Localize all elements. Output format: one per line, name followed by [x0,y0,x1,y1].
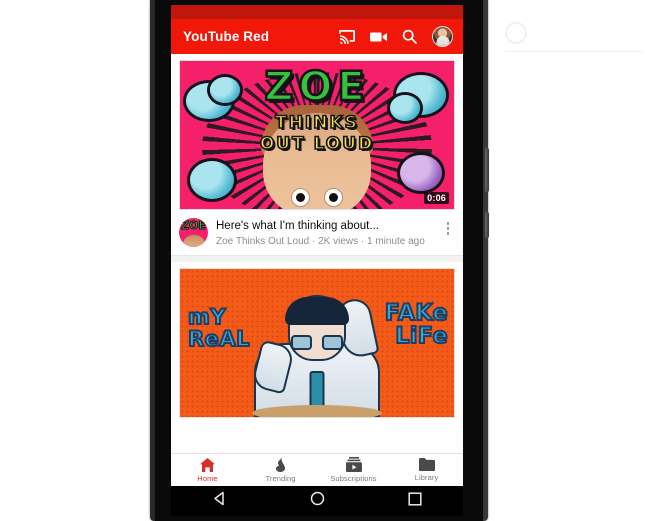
thumbnail-container: mY ReAL FAKe LiFe [171,262,463,419]
nav-label: Trending [265,474,296,483]
watermark [505,12,645,54]
phone-frame: YouTube Red ZOE THINKS OUT LOUD 0:06 ZOE… [150,0,489,521]
left-eye-icon [291,188,310,207]
video-card[interactable]: mY ReAL FAKe LiFe [171,262,463,419]
left-line-1: mY [187,305,227,330]
nav-label: Library [414,473,439,482]
dot [446,232,450,235]
nav-label: Home [197,473,218,483]
app-bar: YouTube Red [171,19,463,54]
watermark-logo-icon [505,22,527,44]
thumbnail-subtitle-text: THINKS OUT LOUD [180,112,454,156]
glasses-icon [291,335,343,351]
left-line-2: ReAL [187,326,251,351]
camcorder-icon[interactable] [370,31,387,43]
thumbnail-container: ZOE THINKS OUT LOUD 0:06 [171,54,463,210]
thumbnail-title-text: ZOE [263,64,370,110]
flame-icon [276,457,285,472]
video-text-block: Here's what I'm thinking about... Zoe Th… [216,218,433,247]
volume-button[interactable] [485,148,489,192]
my-real-fake-life-thumbnail[interactable]: mY ReAL FAKe LiFe [179,268,455,419]
lens [291,335,312,351]
nav-item-library[interactable]: Library [390,458,463,482]
lens [322,335,343,351]
cast-icon[interactable] [339,29,355,44]
right-eye-icon [324,188,343,207]
dot [446,227,450,230]
app-title: YouTube Red [183,29,270,44]
app-bar-actions [339,26,453,47]
cloud-shape [400,155,442,191]
video-info-row: ZOE Here's what I'm thinking about... Zo… [171,210,463,255]
power-button[interactable] [485,212,489,238]
right-line-1: FAKe [384,301,449,327]
thumbnail-subtitle-line-2: OUT LOUD [259,133,375,155]
nav-label: Subscriptions [330,474,377,483]
cloud-shape [190,161,234,199]
channel-avatar-text: ZOE [181,219,207,233]
subscriptions-icon [345,457,362,472]
thumbnail-subtitle-line-1: THINKS [274,112,359,134]
android-system-navigation [171,486,463,516]
nav-item-home[interactable]: Home [171,457,244,483]
right-line-2: LiFe [394,323,448,349]
home-icon [200,457,215,472]
video-card[interactable]: ZOE THINKS OUT LOUD 0:06 ZOE Here's what… [171,54,463,256]
search-icon[interactable] [402,29,417,44]
android-home-button[interactable] [310,491,325,511]
bottom-navigation: Home Trending Subscriptions Library [171,453,463,486]
video-duration-badge: 0:06 [424,192,449,204]
video-title[interactable]: Here's what I'm thinking about... [216,219,433,233]
hair-shape [285,297,349,326]
channel-avatar[interactable]: ZOE [179,218,208,247]
phone-screen: YouTube Red ZOE THINKS OUT LOUD 0:06 ZOE… [171,5,463,486]
avatar[interactable] [432,26,453,47]
watermark-underline [505,51,643,52]
video-meta: Zoe Thinks Out Loud · 2K views · 1 minut… [216,236,425,248]
head-shape [285,295,349,362]
desk-shape [252,405,382,418]
android-back-button[interactable] [212,491,227,511]
video-feed: ZOE THINKS OUT LOUD 0:06 ZOE Here's what… [171,54,463,486]
status-bar [171,5,463,19]
nav-item-trending[interactable]: Trending [244,457,317,483]
card-divider [171,255,463,263]
overflow-menu-icon[interactable] [441,218,455,235]
nav-item-subscriptions[interactable]: Subscriptions [317,457,390,483]
stressed-man-illustration [250,291,380,418]
folder-icon [418,458,435,471]
dot [446,222,450,225]
thumbnail-right-text: FAKe LiFe [384,301,449,349]
thumbnail-left-text: mY ReAL [187,305,251,351]
zoe-thinks-out-loud-thumbnail[interactable]: ZOE THINKS OUT LOUD 0:06 [179,60,455,210]
android-recents-button[interactable] [408,491,422,511]
channel-avatar-face [182,235,205,247]
